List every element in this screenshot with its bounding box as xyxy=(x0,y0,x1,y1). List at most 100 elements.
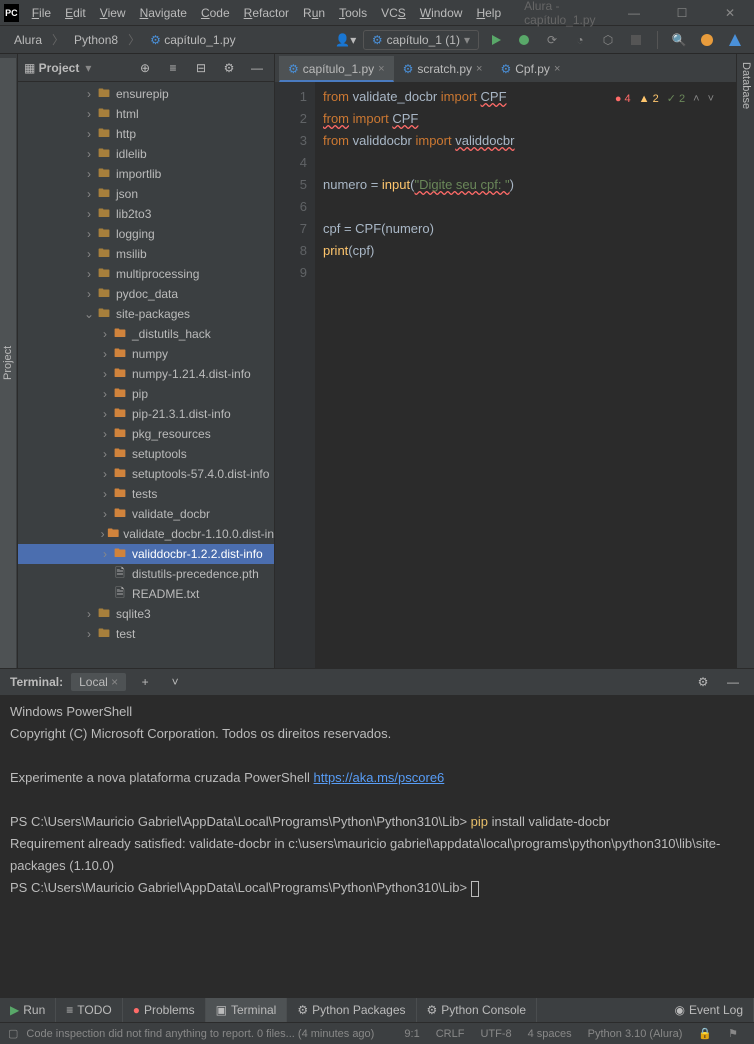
expand-arrow-icon[interactable]: › xyxy=(82,187,96,201)
warning-badge[interactable]: ▲ 2 xyxy=(639,88,659,110)
tree-item[interactable]: ›🖿validate_docbr xyxy=(18,504,274,524)
expand-arrow-icon[interactable]: › xyxy=(82,87,96,101)
expand-arrow-icon[interactable]: › xyxy=(98,487,112,501)
profiler-icon[interactable]: ◔ xyxy=(569,29,591,51)
run-config-dropdown[interactable]: ⚙ capítulo_1 (1) ▾ xyxy=(363,30,479,50)
tree-item[interactable]: ›🖿test xyxy=(18,624,274,644)
run-with-coverage-icon[interactable]: ⟳ xyxy=(541,29,563,51)
todo-tool-tab[interactable]: ≡TODO xyxy=(56,998,122,1022)
close-icon[interactable]: × xyxy=(378,63,384,75)
gear-icon[interactable]: ⚙ xyxy=(692,671,714,693)
menu-file[interactable]: File xyxy=(25,0,58,26)
menu-tools[interactable]: Tools xyxy=(332,0,374,26)
tree-item[interactable]: ›🖿pip-21.3.1.dist-info xyxy=(18,404,274,424)
menu-edit[interactable]: Edit xyxy=(58,0,93,26)
expand-arrow-icon[interactable]: › xyxy=(82,247,96,261)
expand-arrow-icon[interactable]: › xyxy=(98,547,112,561)
tree-item[interactable]: ›🖿validate_docbr-1.10.0.dist-in xyxy=(18,524,274,544)
close-icon[interactable]: × xyxy=(554,63,560,75)
tree-item[interactable]: ›🖿json xyxy=(18,184,274,204)
menu-navigate[interactable]: Navigate xyxy=(133,0,194,26)
file-encoding[interactable]: UTF-8 xyxy=(472,1028,519,1040)
project-tree[interactable]: ›🖿ensurepip›🖿html›🖿http›🖿idlelib›🖿import… xyxy=(18,82,274,668)
tree-item[interactable]: ›🖿numpy xyxy=(18,344,274,364)
close-icon[interactable]: ✕ xyxy=(710,0,750,26)
debug-button[interactable] xyxy=(513,29,535,51)
tree-item[interactable]: ›🖿_distutils_hack xyxy=(18,324,274,344)
menu-vcs[interactable]: VCS xyxy=(374,0,413,26)
code-content[interactable]: ● 4 ▲ 2 ✓ 2 ˄ ˅ from validate_docbr impo… xyxy=(315,82,736,668)
expand-arrow-icon[interactable]: › xyxy=(82,627,96,641)
expand-arrow-icon[interactable]: › xyxy=(82,227,96,241)
powershell-link[interactable]: https://aka.ms/pscore6 xyxy=(314,770,445,785)
menu-code[interactable]: Code xyxy=(194,0,237,26)
tree-item[interactable]: ›🖿pip xyxy=(18,384,274,404)
database-tool-tab[interactable]: Database xyxy=(738,54,754,668)
tree-item[interactable]: ›🖿html xyxy=(18,104,274,124)
menu-window[interactable]: Window xyxy=(413,0,470,26)
expand-arrow-icon[interactable]: › xyxy=(98,327,112,341)
terminal-output[interactable]: Windows PowerShell Copyright (C) Microso… xyxy=(0,695,754,997)
expand-arrow-icon[interactable]: › xyxy=(82,167,96,181)
menu-refactor[interactable]: Refactor xyxy=(237,0,296,26)
chevron-down-icon[interactable]: ˅ xyxy=(708,88,714,110)
expand-arrow-icon[interactable]: › xyxy=(98,447,112,461)
tree-item[interactable]: ›🖿multiprocessing xyxy=(18,264,274,284)
minimize-icon[interactable]: — xyxy=(614,0,654,26)
tree-item[interactable]: ›🖿tests xyxy=(18,484,274,504)
tree-item[interactable]: ›🖿logging xyxy=(18,224,274,244)
menu-run[interactable]: Run xyxy=(296,0,332,26)
inspection-badges[interactable]: ● 4 ▲ 2 ✓ 2 ˄ ˅ xyxy=(615,88,714,110)
error-badge[interactable]: ● 4 xyxy=(615,88,631,110)
tree-item[interactable]: ›🖿sqlite3 xyxy=(18,604,274,624)
concurrent-icon[interactable]: ⬡ xyxy=(597,29,619,51)
expand-arrow-icon[interactable]: › xyxy=(98,347,112,361)
event-log-tool-tab[interactable]: ◉Event Log xyxy=(664,998,754,1022)
code-with-me-icon[interactable] xyxy=(724,29,746,51)
expand-arrow-icon[interactable]: › xyxy=(98,467,112,481)
expand-arrow-icon[interactable]: › xyxy=(98,427,112,441)
breadcrumb-item[interactable]: Python8 xyxy=(68,31,124,49)
collapse-all-icon[interactable]: ⊟ xyxy=(190,57,212,79)
chevron-up-icon[interactable]: ˄ xyxy=(693,88,699,110)
expand-arrow-icon[interactable]: › xyxy=(98,507,112,521)
tree-item[interactable]: ⌄🖿site-packages xyxy=(18,304,274,324)
chevron-down-icon[interactable]: ˅ xyxy=(164,671,186,693)
tree-item[interactable]: ›🖿ensurepip xyxy=(18,84,274,104)
expand-arrow-icon[interactable]: › xyxy=(82,607,96,621)
tree-item[interactable]: ›🖿msilib xyxy=(18,244,274,264)
tree-item[interactable]: ›🖿numpy-1.21.4.dist-info xyxy=(18,364,274,384)
tree-item[interactable]: ›🖿pydoc_data xyxy=(18,284,274,304)
breadcrumb-item[interactable]: ⚙ capítulo_1.py xyxy=(144,31,242,49)
tree-item[interactable]: ›🖿http xyxy=(18,124,274,144)
terminal-tool-tab[interactable]: ▣Terminal xyxy=(206,998,288,1022)
expand-all-icon[interactable]: ≡ xyxy=(162,57,184,79)
chevron-down-icon[interactable]: ▾ xyxy=(85,61,91,75)
caret-position[interactable]: 9:1 xyxy=(396,1028,427,1040)
breadcrumb-item[interactable]: Alura xyxy=(8,31,48,49)
menu-view[interactable]: View xyxy=(93,0,133,26)
locate-icon[interactable]: ⊕ xyxy=(134,57,156,79)
tree-item[interactable]: ›🖿idlelib xyxy=(18,144,274,164)
tree-item[interactable]: 🗎README.txt xyxy=(18,584,274,604)
code-editor[interactable]: 123 456 789 ● 4 ▲ 2 ✓ 2 ˄ ˅ from validat… xyxy=(275,82,736,668)
indent-setting[interactable]: 4 spaces xyxy=(520,1028,580,1040)
line-separator[interactable]: CRLF xyxy=(428,1028,473,1040)
close-icon[interactable]: × xyxy=(476,63,482,75)
tree-item[interactable]: ›🖿validdocbr-1.2.2.dist-info xyxy=(18,544,274,564)
gear-icon[interactable]: ⚙ xyxy=(218,57,240,79)
tree-item[interactable]: ›🖿pkg_resources xyxy=(18,424,274,444)
python-console-tool-tab[interactable]: ⚙Python Console xyxy=(417,998,538,1022)
expand-arrow-icon[interactable]: › xyxy=(82,107,96,121)
close-icon[interactable]: × xyxy=(111,675,118,689)
problems-tool-tab[interactable]: ●Problems xyxy=(123,998,206,1022)
user-icon[interactable]: 👤▾ xyxy=(335,29,357,51)
tab-capitulo1[interactable]: ⚙capítulo_1.py× xyxy=(279,56,394,82)
tab-cpf[interactable]: ⚙Cpf.py× xyxy=(491,56,569,82)
expand-arrow-icon[interactable]: › xyxy=(82,147,96,161)
ide-update-icon[interactable] xyxy=(696,29,718,51)
menu-help[interactable]: Help xyxy=(469,0,508,26)
hide-icon[interactable]: — xyxy=(722,671,744,693)
run-tool-tab[interactable]: ▶Run xyxy=(0,998,56,1022)
expand-arrow-icon[interactable]: › xyxy=(82,287,96,301)
